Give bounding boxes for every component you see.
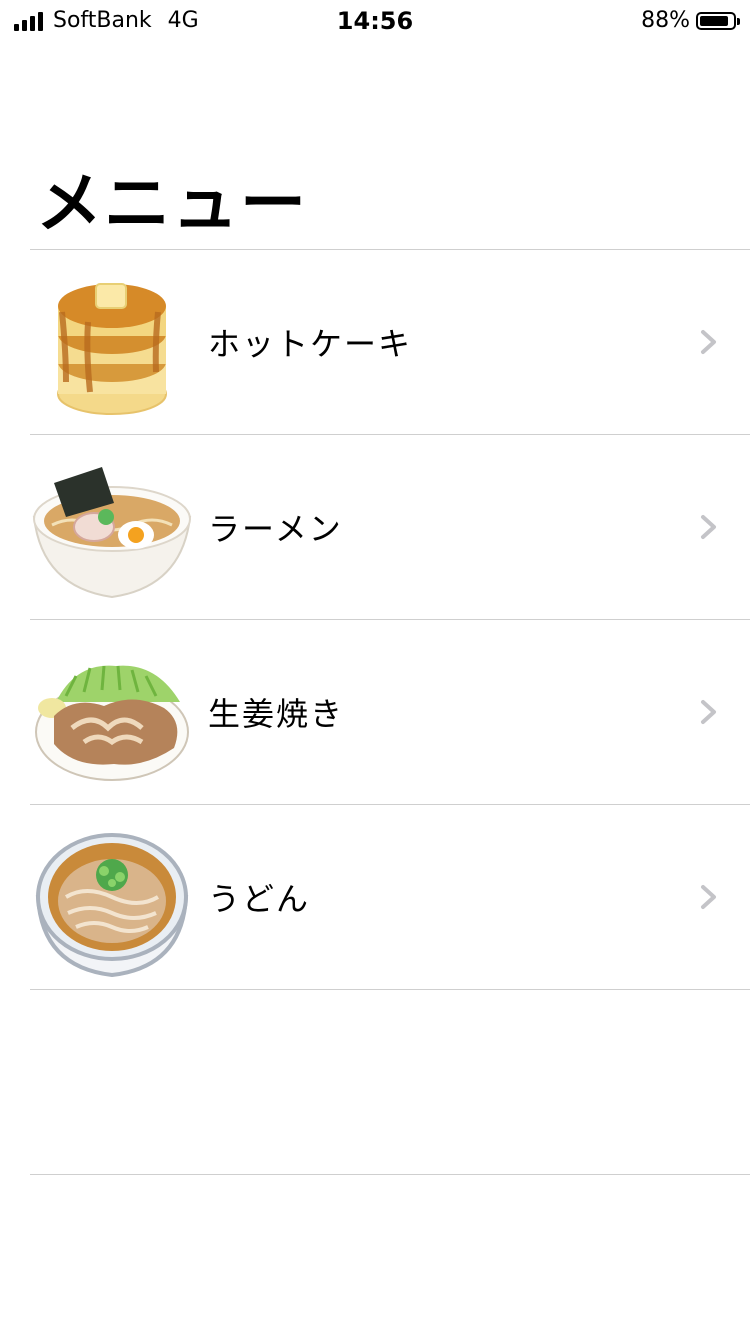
list-item-udon[interactable]: うどん (30, 805, 750, 989)
page-title: メニュー (36, 165, 308, 242)
item-label: ラーメン (208, 510, 343, 548)
udon-icon (32, 817, 192, 978)
clock: 14:56 (336, 7, 414, 35)
status-bar: SoftBank 4G 14:56 88% (0, 0, 750, 40)
menu-list: ホットケーキ ラーメン 生姜焼き うどん (30, 249, 750, 1175)
item-label: 生姜焼き (208, 695, 345, 733)
list-item-ramen[interactable]: ラーメン (30, 435, 750, 619)
ramen-icon (32, 447, 192, 607)
battery-percent: 88% (641, 8, 690, 33)
pancake-icon (32, 262, 192, 422)
item-label: ホットケーキ (208, 325, 413, 363)
divider (30, 1174, 750, 1175)
battery-icon (696, 11, 740, 30)
chevron-right-icon (701, 330, 716, 354)
status-right: 88% (641, 8, 740, 33)
ginger-pork-icon (32, 632, 192, 792)
chevron-right-icon (701, 885, 716, 909)
empty-row (30, 990, 750, 1174)
list-item-pancake[interactable]: ホットケーキ (30, 250, 750, 434)
list-item-ginger-pork[interactable]: 生姜焼き (30, 620, 750, 804)
item-label: うどん (208, 880, 311, 918)
chevron-right-icon (701, 700, 716, 724)
chevron-right-icon (701, 515, 716, 539)
